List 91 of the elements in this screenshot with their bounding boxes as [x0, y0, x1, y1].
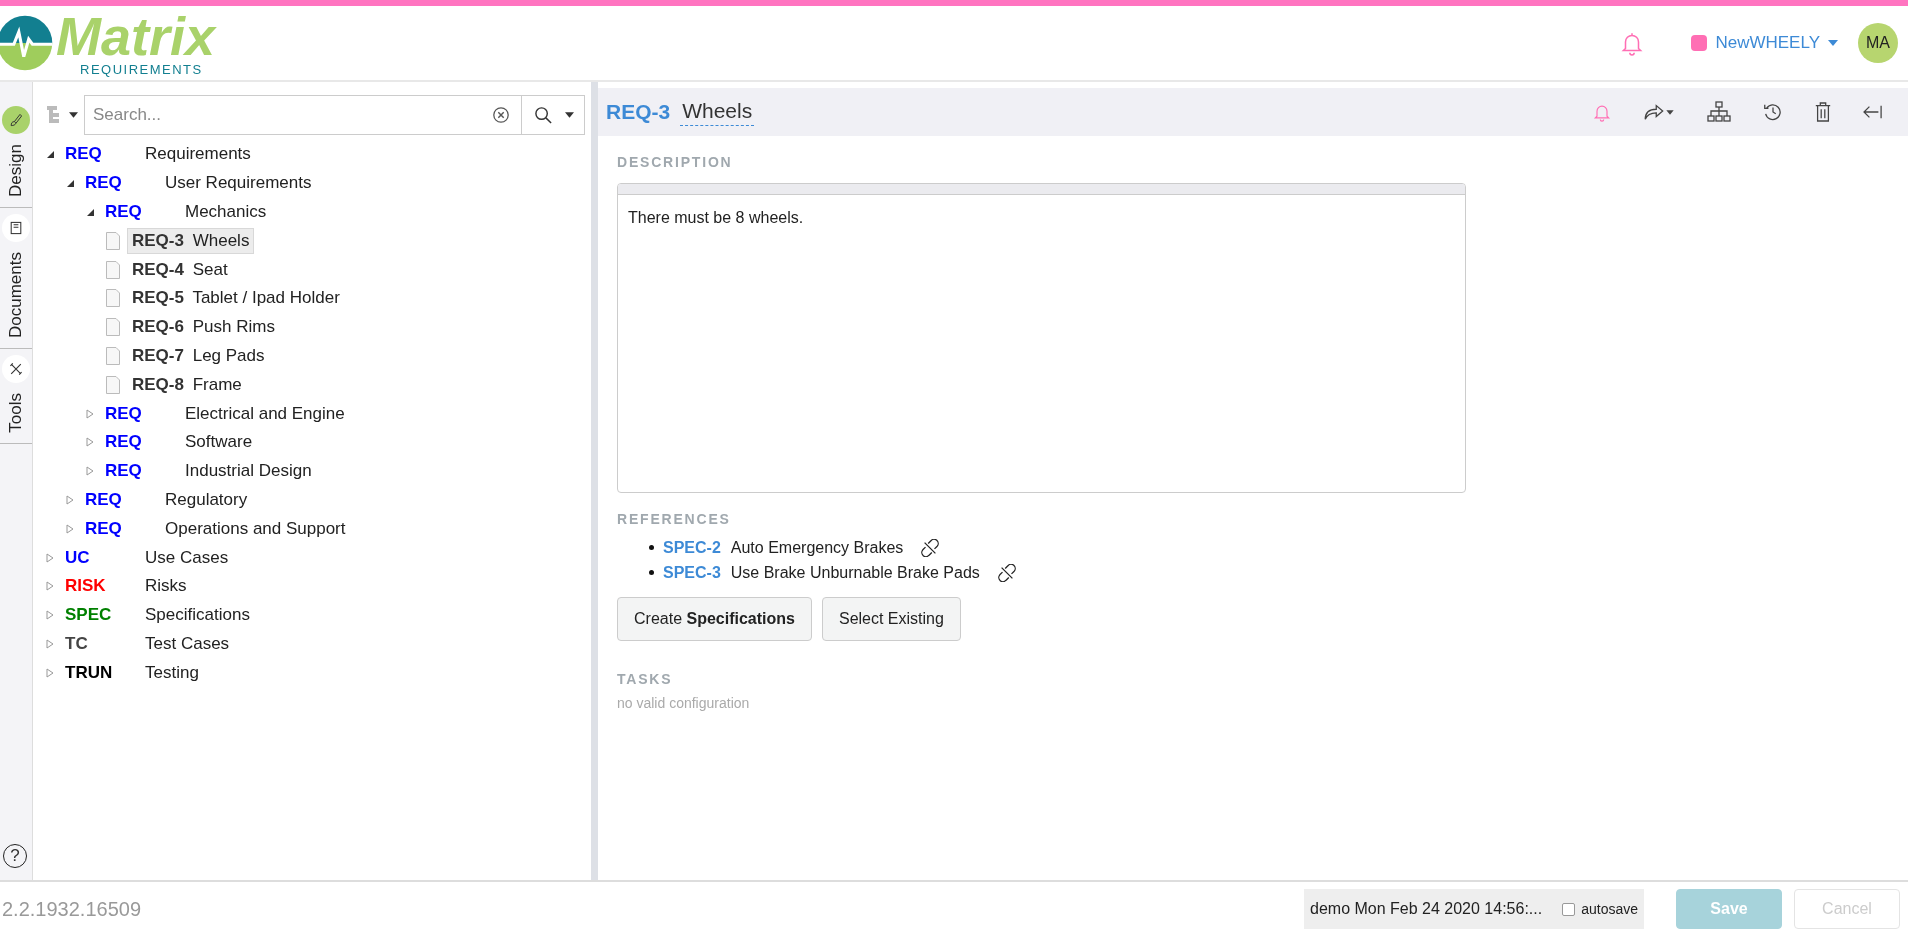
user-avatar[interactable]: MA	[1858, 23, 1898, 63]
category-code: REQ	[105, 432, 143, 453]
folder-label[interactable]: Electrical and Engine	[180, 400, 350, 427]
expand-toggle-icon[interactable]	[85, 408, 95, 419]
caret-icon	[565, 112, 574, 118]
tree-item[interactable]: REQ-5 Tablet / Ipad Holder	[127, 285, 345, 312]
expand-toggle-icon[interactable]	[85, 437, 95, 448]
document-icon	[105, 375, 121, 394]
autosave-checkbox[interactable]	[1562, 902, 1576, 916]
autosave-label: autosave	[1581, 901, 1638, 917]
folder-label[interactable]: Software	[180, 429, 258, 456]
tree-item[interactable]: REQ-3 Wheels	[127, 227, 255, 254]
project-selector[interactable]: NewWHEELY	[1691, 33, 1838, 53]
expand-toggle-icon[interactable]	[65, 523, 75, 534]
category-code: REQ	[85, 489, 123, 510]
reference-title: Auto Emergency Brakes	[730, 538, 904, 557]
category-code: REQ	[105, 403, 143, 424]
logo-name: Matrix	[56, 9, 216, 62]
expand-toggle-icon[interactable]	[45, 610, 55, 621]
item-id: REQ-3	[606, 100, 671, 124]
hierarchy-icon[interactable]	[1706, 100, 1732, 124]
document-icon	[105, 260, 121, 279]
tree-item[interactable]: REQ-7 Leg Pads	[127, 342, 270, 369]
folder-label[interactable]: Risks	[140, 573, 192, 600]
expand-toggle-icon[interactable]	[45, 581, 55, 592]
caret-icon	[69, 112, 78, 118]
expand-toggle-icon[interactable]	[85, 207, 95, 217]
save-status: demo Mon Feb 24 2020 14:56:...	[1310, 900, 1543, 918]
expand-toggle-icon[interactable]	[45, 638, 55, 649]
category-code: REQ	[105, 461, 143, 482]
description-editor[interactable]: There must be 8 wheels.	[617, 183, 1466, 493]
section-label: DESCRIPTION	[617, 154, 734, 170]
unlink-icon[interactable]	[997, 563, 1016, 582]
document-icon	[105, 289, 121, 308]
folder-label[interactable]: Regulatory	[160, 486, 253, 513]
category-code: REQ	[85, 173, 123, 194]
category-code: UC	[65, 547, 91, 568]
document-icon	[105, 346, 121, 365]
search-icon	[534, 105, 553, 125]
folder-label[interactable]: Industrial Design	[180, 458, 317, 485]
logo-tagline: REQUIREMENTS	[80, 61, 204, 77]
version-number: 2.2.1932.16509	[2, 897, 142, 921]
tools-icon	[8, 360, 24, 377]
folder-label[interactable]: Requirements	[140, 141, 256, 168]
item-title[interactable]: Wheels	[680, 98, 755, 126]
document-icon	[8, 219, 24, 236]
section-label: TASKS	[617, 671, 674, 687]
expand-toggle-icon[interactable]	[65, 494, 75, 505]
category-code: RISK	[65, 576, 107, 597]
category-code: REQ	[85, 518, 123, 539]
document-icon	[105, 231, 121, 250]
action-button[interactable]: Select Existing	[821, 597, 961, 641]
expand-toggle-icon[interactable]	[45, 667, 55, 678]
category-code: SPEC	[65, 605, 113, 626]
bullet	[649, 570, 654, 575]
tree-view-menu[interactable]	[45, 104, 78, 126]
category-code: REQ	[105, 202, 143, 222]
search-field[interactable]: Search...	[84, 95, 522, 135]
tasks-note: no valid configuration	[617, 695, 751, 711]
expand-toggle-icon[interactable]	[85, 466, 95, 477]
folder-label[interactable]: Testing	[140, 659, 204, 686]
category-code: TC	[65, 633, 89, 654]
category-code: REQ	[65, 144, 103, 165]
expand-toggle-icon[interactable]	[65, 178, 75, 189]
reference-title: Use Brake Unburnable Brake Pads	[730, 563, 980, 582]
folder-label[interactable]: Test Cases	[140, 630, 235, 657]
reference-link[interactable]: SPEC-3	[663, 563, 721, 582]
expand-toggle-icon[interactable]	[45, 552, 55, 563]
brush-icon	[8, 112, 24, 128]
history-icon[interactable]	[1762, 101, 1784, 123]
folder-label[interactable]: Mechanics	[180, 199, 272, 225]
reference-link[interactable]: SPEC-2	[663, 538, 721, 557]
clear-icon[interactable]	[492, 106, 510, 124]
folder-label[interactable]: Specifications	[140, 602, 255, 629]
expand-toggle-icon[interactable]	[45, 149, 55, 160]
trash-icon[interactable]	[1814, 101, 1832, 123]
search-button[interactable]	[522, 95, 585, 135]
action-button[interactable]: Create Specifications	[617, 597, 812, 641]
section-label: REFERENCES	[617, 511, 732, 527]
collapse-left-icon[interactable]	[1862, 103, 1884, 121]
category-code: TRUN	[65, 662, 114, 683]
tree-item[interactable]: REQ-8 Frame	[127, 371, 247, 398]
folder-label[interactable]: User Requirements	[160, 170, 317, 197]
caret-icon	[1828, 40, 1838, 46]
bullet	[649, 545, 654, 550]
document-icon	[105, 318, 121, 337]
folder-label[interactable]: Use Cases	[140, 544, 234, 571]
folder-label[interactable]: Operations and Support	[160, 515, 351, 542]
tree-item[interactable]: REQ-4 Seat	[127, 256, 233, 283]
unlink-icon[interactable]	[921, 538, 940, 557]
tree-item[interactable]: REQ-6 Push Rims	[127, 314, 280, 341]
